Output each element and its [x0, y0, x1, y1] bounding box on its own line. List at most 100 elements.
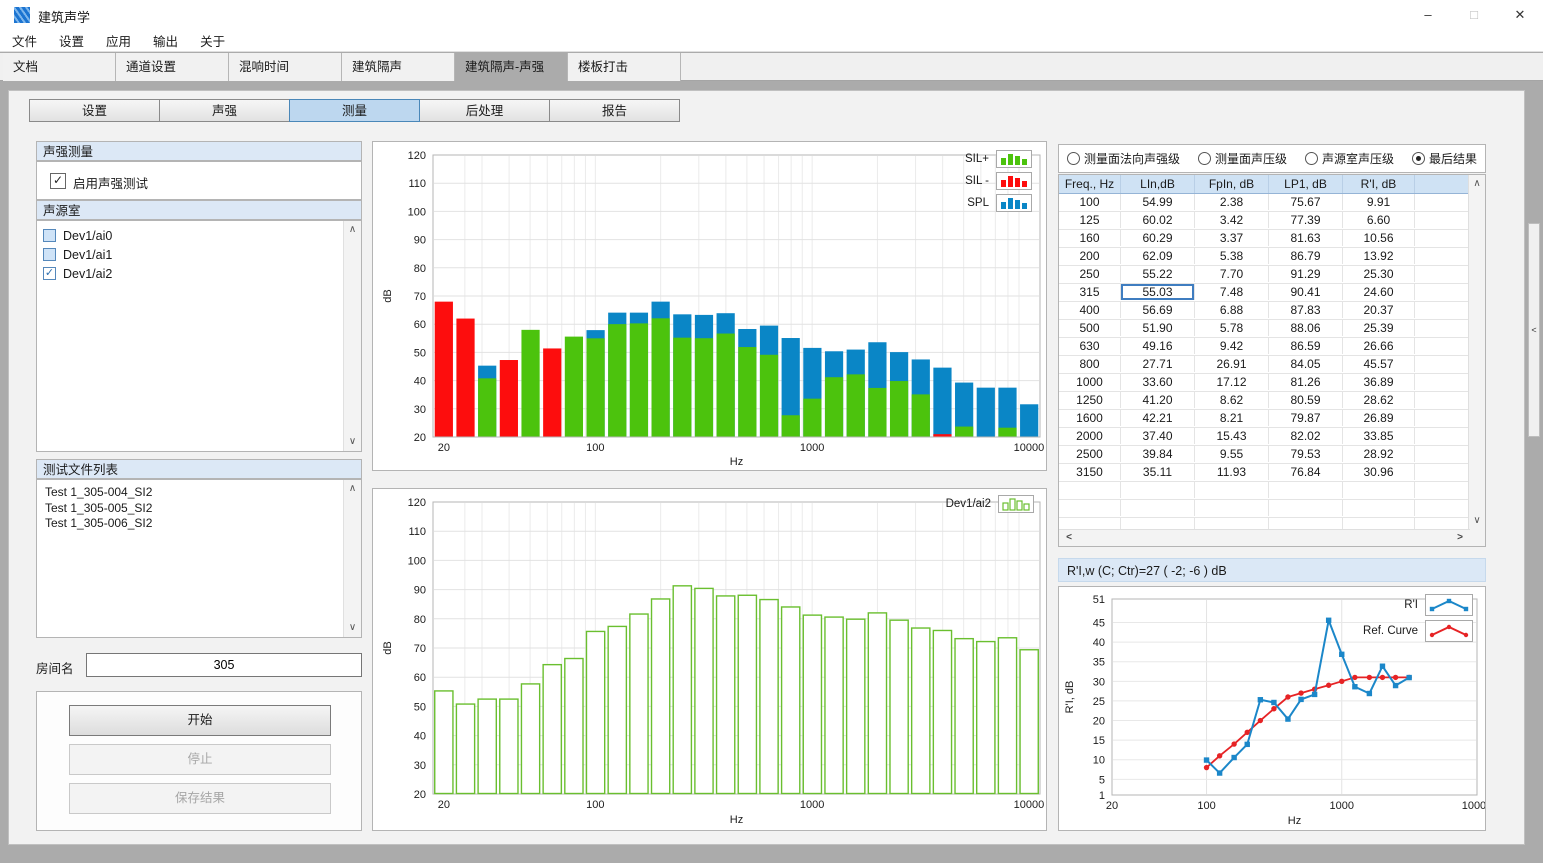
- table-cell[interactable]: [1415, 266, 1470, 282]
- source-room-scrollbar[interactable]: ∧ ∨: [343, 221, 361, 451]
- table-cell[interactable]: 2000: [1059, 428, 1121, 444]
- subtab-postprocess[interactable]: 后处理: [419, 99, 550, 122]
- table-cell[interactable]: 62.09: [1121, 248, 1195, 264]
- table-cell[interactable]: 49.16: [1121, 338, 1195, 354]
- table-cell[interactable]: 39.84: [1121, 446, 1195, 462]
- table-cell[interactable]: 3.42: [1195, 212, 1269, 228]
- table-cell[interactable]: 9.91: [1343, 194, 1415, 210]
- table-cell[interactable]: 13.92: [1343, 248, 1415, 264]
- table-cell[interactable]: 26.91: [1195, 356, 1269, 372]
- table-cell[interactable]: 42.21: [1121, 410, 1195, 426]
- close-icon[interactable]: ✕: [1497, 0, 1543, 30]
- table-cell[interactable]: 90.41: [1269, 284, 1343, 300]
- table-cell[interactable]: 27.71: [1121, 356, 1195, 372]
- table-cell[interactable]: [1269, 500, 1343, 516]
- table-cell[interactable]: 30.96: [1343, 464, 1415, 480]
- table-cell[interactable]: 24.60: [1343, 284, 1415, 300]
- subtab-report[interactable]: 报告: [549, 99, 680, 122]
- table-cell[interactable]: 11.93: [1195, 464, 1269, 480]
- scroll-left-icon[interactable]: <: [1061, 530, 1077, 546]
- table-cell[interactable]: 91.29: [1269, 266, 1343, 282]
- subtab-settings[interactable]: 设置: [29, 99, 160, 122]
- table-cell[interactable]: 9.55: [1195, 446, 1269, 462]
- table-cell[interactable]: 26.66: [1343, 338, 1415, 354]
- enable-intensity-checkbox[interactable]: ✓: [50, 173, 66, 189]
- table-cell[interactable]: 79.53: [1269, 446, 1343, 462]
- scroll-up-icon[interactable]: ∧: [344, 222, 361, 238]
- table-cell[interactable]: 81.26: [1269, 374, 1343, 390]
- table-cell[interactable]: 54.99: [1121, 194, 1195, 210]
- table-cell[interactable]: [1415, 482, 1470, 498]
- table-cell[interactable]: 5.38: [1195, 248, 1269, 264]
- table-cell[interactable]: 55.22: [1121, 266, 1195, 282]
- table-cell[interactable]: [1415, 194, 1470, 210]
- radio-icon[interactable]: [1412, 152, 1425, 165]
- table-cell[interactable]: 80.59: [1269, 392, 1343, 408]
- radio-option[interactable]: 测量面声压级: [1198, 150, 1287, 167]
- table-cell[interactable]: 35.11: [1121, 464, 1195, 480]
- table-cell[interactable]: 1000: [1059, 374, 1121, 390]
- table-cell[interactable]: [1415, 248, 1470, 264]
- menu-output[interactable]: 输出: [153, 31, 178, 50]
- table-cell[interactable]: 7.70: [1195, 266, 1269, 282]
- tab-building-insulation[interactable]: 建筑隔声: [342, 53, 455, 81]
- table-cell[interactable]: 125: [1059, 212, 1121, 228]
- table-horizontal-scrollbar[interactable]: < >: [1059, 529, 1470, 546]
- table-cell[interactable]: 28.92: [1343, 446, 1415, 462]
- table-cell[interactable]: [1415, 284, 1470, 300]
- table-cell[interactable]: 10.56: [1343, 230, 1415, 246]
- table-cell[interactable]: [1269, 482, 1343, 498]
- tab-channel-settings[interactable]: 通道设置: [116, 53, 229, 81]
- table-cell[interactable]: [1415, 464, 1470, 480]
- table-cell[interactable]: 800: [1059, 356, 1121, 372]
- table-cell[interactable]: 400: [1059, 302, 1121, 318]
- table-cell[interactable]: 6.60: [1343, 212, 1415, 228]
- scroll-down-icon[interactable]: ∨: [344, 620, 361, 636]
- table-cell[interactable]: 82.02: [1269, 428, 1343, 444]
- table-cell[interactable]: 25.30: [1343, 266, 1415, 282]
- table-cell[interactable]: [1415, 356, 1470, 372]
- tab-building-insulation-intensity[interactable]: 建筑隔声-声强: [455, 53, 568, 81]
- table-cell[interactable]: 77.39: [1269, 212, 1343, 228]
- table-cell[interactable]: 2.38: [1195, 194, 1269, 210]
- table-cell[interactable]: 37.40: [1121, 428, 1195, 444]
- table-cell[interactable]: 60.29: [1121, 230, 1195, 246]
- device-list-item[interactable]: ✓Dev1/ai2: [37, 264, 361, 283]
- table-cell[interactable]: 250: [1059, 266, 1121, 282]
- room-name-input[interactable]: [86, 653, 362, 677]
- test-file-scrollbar[interactable]: ∧ ∨: [343, 480, 361, 637]
- table-cell[interactable]: 8.21: [1195, 410, 1269, 426]
- table-cell[interactable]: 36.89: [1343, 374, 1415, 390]
- table-cell[interactable]: 88.06: [1269, 320, 1343, 336]
- table-cell[interactable]: [1415, 428, 1470, 444]
- device-list-item[interactable]: Dev1/ai0: [37, 226, 361, 245]
- table-cell[interactable]: 84.05: [1269, 356, 1343, 372]
- table-cell[interactable]: [1343, 500, 1415, 516]
- table-cell[interactable]: 20.37: [1343, 302, 1415, 318]
- table-cell[interactable]: [1415, 374, 1470, 390]
- menu-about[interactable]: 关于: [200, 31, 225, 50]
- table-cell[interactable]: 1600: [1059, 410, 1121, 426]
- minimize-icon[interactable]: –: [1405, 0, 1451, 30]
- table-cell[interactable]: 33.85: [1343, 428, 1415, 444]
- table-cell[interactable]: 86.59: [1269, 338, 1343, 354]
- table-cell[interactable]: [1195, 500, 1269, 516]
- test-file-item[interactable]: Test 1_305-004_SI2: [37, 485, 361, 501]
- tab-floor-impact[interactable]: 楼板打击: [568, 53, 681, 81]
- table-cell[interactable]: 60.02: [1121, 212, 1195, 228]
- table-cell[interactable]: 630: [1059, 338, 1121, 354]
- table-cell[interactable]: [1415, 212, 1470, 228]
- scroll-up-icon[interactable]: ∧: [1469, 176, 1485, 192]
- device-checkbox[interactable]: [43, 248, 56, 261]
- table-cell[interactable]: 3150: [1059, 464, 1121, 480]
- table-cell[interactable]: 81.63: [1269, 230, 1343, 246]
- table-cell[interactable]: [1415, 392, 1470, 408]
- table-cell[interactable]: 6.88: [1195, 302, 1269, 318]
- table-cell[interactable]: [1121, 482, 1195, 498]
- table-cell[interactable]: 76.84: [1269, 464, 1343, 480]
- table-cell[interactable]: [1415, 320, 1470, 336]
- scroll-down-icon[interactable]: ∨: [344, 434, 361, 450]
- table-cell[interactable]: 2500: [1059, 446, 1121, 462]
- table-cell[interactable]: 33.60: [1121, 374, 1195, 390]
- radio-icon[interactable]: [1198, 152, 1211, 165]
